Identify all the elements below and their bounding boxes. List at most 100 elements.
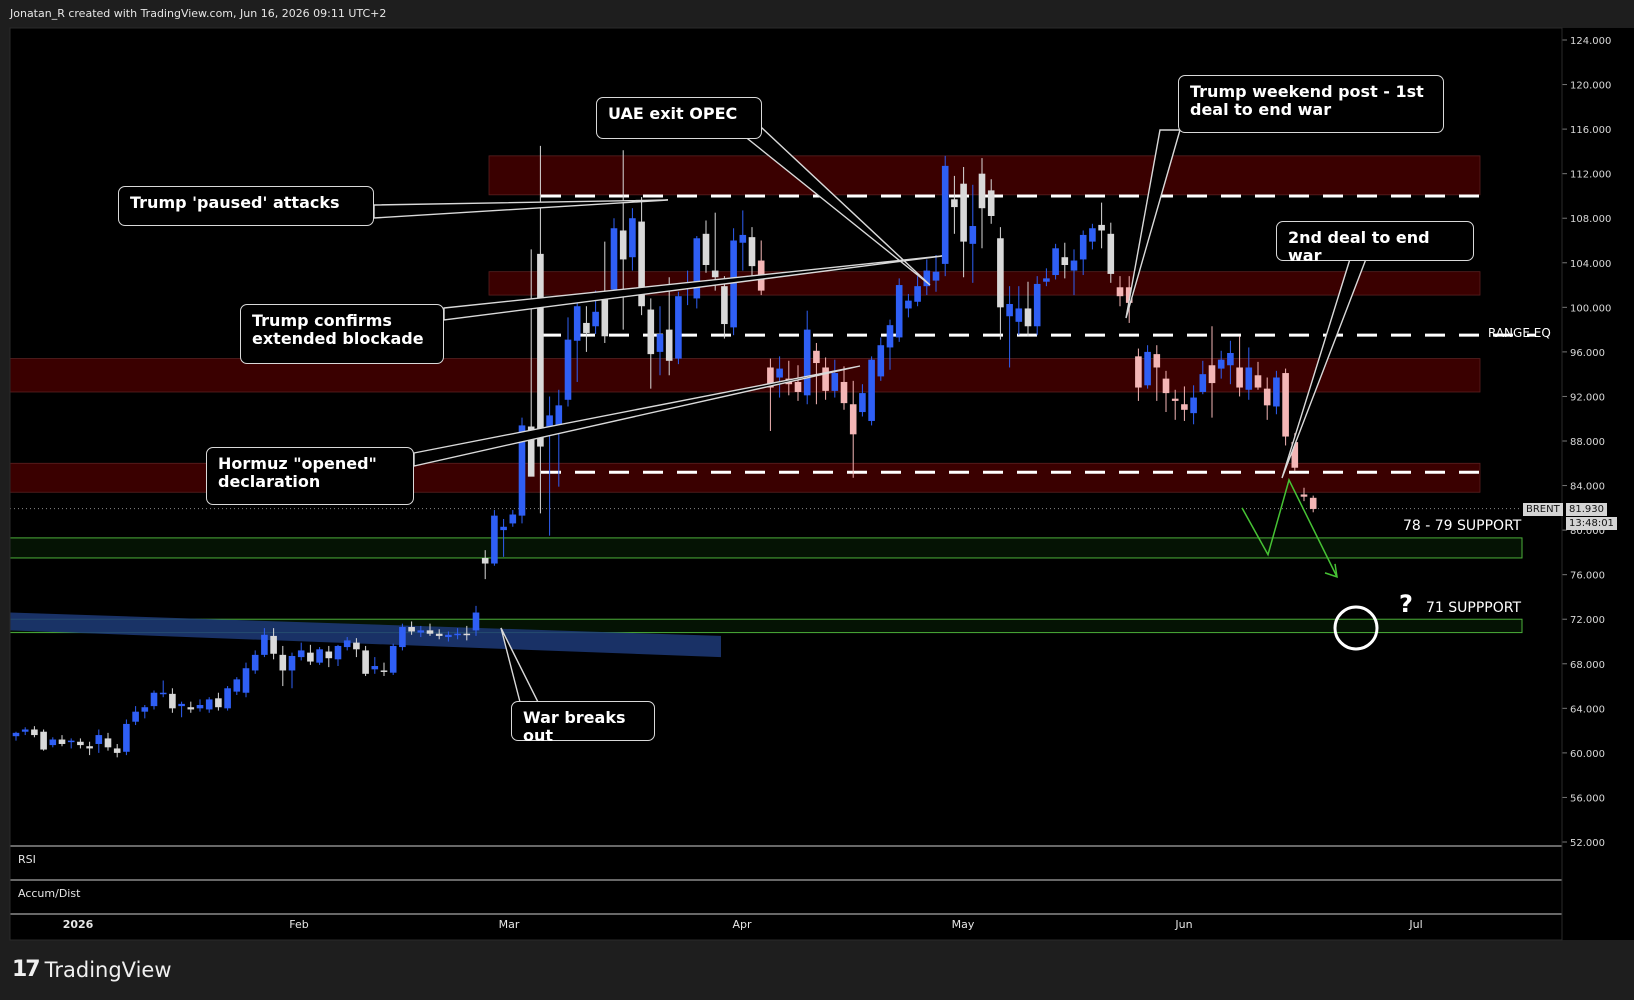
candle-body [196,704,204,709]
candle-body [1006,303,1013,317]
candle-body [399,627,406,648]
candle-body [1217,359,1225,369]
time-axis-label: May [951,918,975,931]
time-axis-label: Mar [498,918,520,931]
candle-body [389,645,397,673]
candle-body [1024,308,1032,327]
candle-body [1033,283,1041,327]
time-axis-label: Apr [732,918,752,931]
candle-body [776,368,783,378]
callout-trump-blockade: Trump confirms extended blockade [240,304,444,364]
price-tick-label: 64.000 [1570,704,1605,715]
candle-body [159,692,167,695]
candle-body [794,381,802,392]
candle-body [978,173,986,209]
candle-body [886,325,894,348]
support-71-label: 71 SUPPPORT [1426,600,1522,616]
candle-body [472,612,480,631]
question-mark: ? [1399,590,1413,618]
candle-body [49,739,57,746]
candle-body [1052,248,1059,276]
candle-body [123,723,130,752]
candle-body [500,526,507,531]
candle-body [656,334,664,352]
candle-body [1190,397,1197,414]
accum-dist-label: Accum/Dist [18,887,81,900]
support-78-label: 78 - 79 SUPPORT [1403,518,1522,534]
candle-body [969,226,977,244]
candle-body [435,633,443,636]
candle-body [693,238,701,299]
candle-body [877,345,885,377]
candle-body [822,367,829,391]
candle-body [1254,375,1262,388]
callout-war-breaks-out: War breaks out [511,701,655,745]
price-tick-label: 108.000 [1570,214,1611,225]
candle-body [343,640,351,648]
candle-body [31,729,38,736]
tradingview-logo[interactable]: 17 TradingView [12,957,172,982]
candle-body [40,731,47,750]
candle-body [316,649,323,663]
tradingview-brand: TradingView [44,957,172,982]
candle-body [601,299,609,337]
candle-body [592,311,599,327]
candle-body [95,735,103,744]
candle-body [86,746,93,749]
candle-body [1153,354,1161,368]
candle-body [132,711,139,722]
callout-uae-exit-opec: UAE exit OPEC [596,97,762,139]
time-axis-label: 2026 [62,918,94,931]
price-tick-label: 60.000 [1570,749,1605,760]
candle-body [1263,388,1271,406]
candle-body [803,329,811,396]
price-tick-label: 116.000 [1570,125,1611,136]
candle-body [104,738,112,748]
candle-body [1227,353,1234,366]
candle-body [564,339,572,400]
candle-body [454,633,461,636]
candle-body [1273,377,1280,407]
candle-body [270,635,277,654]
price-tick-label: 76.000 [1570,571,1605,582]
candle-body [371,666,379,670]
candle-body [619,230,627,260]
candle-body [840,381,848,404]
candle-body [481,557,489,564]
candle-body [1171,398,1179,401]
candle-body [1043,278,1050,282]
candle-body [941,165,949,264]
candle-body [702,233,710,266]
candle-body [721,286,728,325]
candle-body [583,322,590,333]
symbol-tag: BRENT [1523,503,1563,516]
candle-body [334,645,342,660]
candle-body [1135,356,1142,388]
rsi-label: RSI [18,853,36,866]
candle-body [205,699,213,710]
candle-body [1098,224,1105,231]
candle-body [831,373,839,391]
candle-body [279,654,287,671]
candle-body [951,199,958,208]
candle-body [1236,367,1243,388]
candle-body [1144,351,1151,386]
candle-body [730,240,737,328]
candle-body [960,183,967,242]
callout-hormuz-opened: Hormuz "opened" declaration [206,447,414,505]
candle-body [325,651,333,659]
candle-body [297,650,305,658]
candle-body [1245,367,1253,390]
candle-body [1208,365,1216,384]
candle-body [463,633,471,636]
candle-body [748,237,756,267]
price-tick-label: 124.000 [1570,36,1611,47]
candle-body [537,253,544,447]
price-tick-label: 56.000 [1570,793,1605,804]
range-eq-label: RANGE EQ [1488,326,1551,340]
candle-body [380,670,388,672]
callout-trump-weekend-post: Trump weekend post - 1st deal to end war [1178,75,1444,133]
candle-body [178,703,185,707]
price-tick-label: 104.000 [1570,259,1611,270]
price-axis: 124.000 120.000 116.000 112.000 108.000 104.0… [1561,28,1634,940]
